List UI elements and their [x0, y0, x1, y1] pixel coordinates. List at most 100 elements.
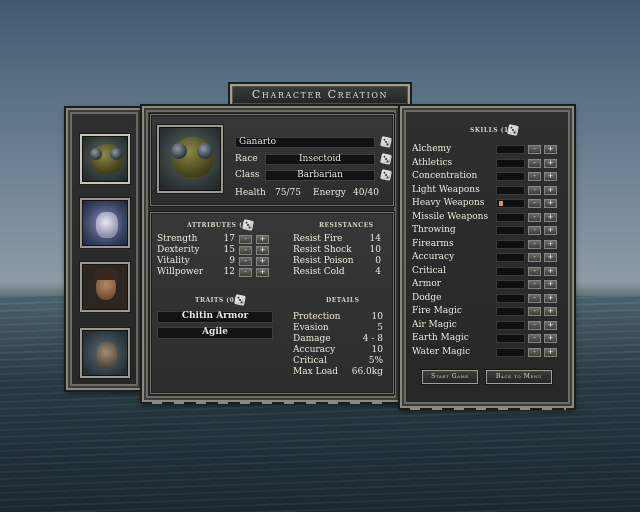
skill-level-bar — [496, 307, 525, 316]
attribute-decrease-button[interactable]: - — [239, 257, 252, 266]
portrait-insectoid[interactable] — [80, 134, 130, 184]
skill-label: Earth Magic — [412, 333, 469, 343]
portrait-panel — [66, 108, 142, 390]
eye-icon — [171, 143, 187, 159]
skill-increase-button[interactable]: + — [544, 334, 557, 343]
name-field[interactable]: Ganarto — [235, 137, 375, 148]
skill-decrease-button[interactable]: - — [528, 185, 541, 195]
start-game-button[interactable]: Start Game — [422, 370, 478, 384]
horned-creature-icon — [96, 212, 118, 238]
detail-label: Evasion — [293, 323, 329, 333]
resistances-header: RESISTANCES — [319, 222, 374, 229]
class-selector[interactable]: Barbarian — [265, 170, 375, 181]
hair-icon — [94, 268, 118, 280]
skill-increase-button[interactable]: + — [544, 226, 557, 235]
skill-decrease-button[interactable]: - — [528, 158, 541, 168]
skill-decrease-button[interactable]: - — [528, 347, 541, 357]
skill-label: Water Magic — [412, 346, 471, 357]
trait-slot[interactable]: Chitin Armor — [157, 311, 273, 323]
random-traits-dice-icon[interactable] — [234, 294, 246, 306]
skill-increase-button[interactable]: + — [544, 185, 557, 195]
skill-level-bar — [496, 253, 525, 262]
detail-label: Accuracy — [293, 345, 336, 355]
skill-decrease-button[interactable]: - — [528, 145, 541, 154]
skill-increase-button[interactable]: + — [544, 145, 557, 154]
eye-icon — [90, 148, 102, 160]
resistance-value: 10 — [369, 245, 381, 255]
random-class-dice-icon[interactable] — [380, 169, 392, 181]
skill-increase-button[interactable]: + — [544, 172, 557, 181]
portrait-human-woman[interactable] — [80, 262, 130, 312]
detail-value: 66.0kg — [351, 367, 383, 377]
trait-slot[interactable]: Agile — [157, 327, 273, 339]
skill-label: Fire Magic — [412, 306, 462, 316]
skill-decrease-button[interactable]: - — [528, 226, 541, 235]
attribute-decrease-button[interactable]: - — [239, 235, 252, 244]
skill-level-bar — [496, 320, 525, 330]
identity-section: Ganarto Race Insectoid Class Barbarian H… — [150, 114, 394, 206]
skill-level-bar — [496, 212, 525, 222]
skill-level-bar — [496, 334, 525, 343]
skill-decrease-button[interactable]: - — [528, 266, 541, 276]
random-skills-dice-icon[interactable] — [507, 124, 519, 136]
skill-decrease-button[interactable]: - — [528, 172, 541, 181]
attribute-value: 15 — [223, 245, 235, 255]
skill-increase-button[interactable]: + — [544, 212, 557, 222]
skill-decrease-button[interactable]: - — [528, 239, 541, 249]
skill-increase-button[interactable]: + — [544, 307, 557, 316]
attribute-increase-button[interactable]: + — [256, 257, 269, 266]
portrait-lizard-warrior[interactable] — [80, 328, 130, 378]
attribute-increase-button[interactable]: + — [256, 246, 269, 255]
resistance-value: 14 — [369, 234, 381, 244]
attribute-increase-button[interactable]: + — [256, 235, 269, 244]
back-to-menu-button[interactable]: Back to Menu — [486, 370, 552, 384]
skill-increase-button[interactable]: + — [544, 199, 557, 208]
stats-section: ATTRIBUTES (0) RESISTANCES Strength 17- + D… — [150, 212, 394, 394]
detail-value: 4 - 8 — [362, 334, 383, 344]
skill-level-bar — [496, 347, 525, 357]
attribute-decrease-button[interactable]: - — [239, 268, 252, 277]
skill-increase-button[interactable]: + — [544, 158, 557, 168]
portrait-horned-creature[interactable] — [80, 198, 130, 248]
skill-increase-button[interactable]: + — [544, 320, 557, 330]
skill-label: Concentration — [412, 171, 478, 181]
skill-decrease-button[interactable]: - — [528, 280, 541, 289]
resistance-value: 0 — [375, 256, 381, 266]
skill-decrease-button[interactable]: - — [528, 320, 541, 330]
skill-decrease-button[interactable]: - — [528, 307, 541, 316]
resistance-value: 4 — [375, 267, 381, 277]
skill-label: Firearms — [412, 238, 454, 249]
attribute-label: Willpower — [157, 267, 204, 277]
resistance-label: Resist Shock — [293, 245, 352, 255]
eye-icon — [110, 148, 122, 160]
skill-point-fill — [499, 201, 503, 206]
skill-decrease-button[interactable]: - — [528, 199, 541, 208]
random-name-dice-icon[interactable] — [380, 136, 392, 148]
detail-value: 5 — [377, 323, 383, 333]
traits-header: TRAITS (0) — [195, 297, 238, 304]
skill-level-bar — [496, 172, 525, 181]
health-value: 75/75 — [275, 188, 301, 198]
skill-decrease-button[interactable]: - — [528, 253, 541, 262]
skill-increase-button[interactable]: + — [544, 266, 557, 276]
resistance-label: Resist Poison — [293, 256, 354, 266]
skill-increase-button[interactable]: + — [544, 280, 557, 289]
skill-label: Alchemy — [412, 144, 452, 154]
skill-label: Critical — [412, 265, 446, 276]
attribute-increase-button[interactable]: + — [256, 268, 269, 277]
detail-value: 5% — [368, 356, 383, 366]
race-selector[interactable]: Insectoid — [265, 154, 375, 165]
random-race-dice-icon[interactable] — [380, 153, 392, 165]
skill-label: Air Magic — [412, 319, 457, 330]
skill-decrease-button[interactable]: - — [528, 334, 541, 343]
skill-increase-button[interactable]: + — [544, 253, 557, 262]
skill-level-bar — [496, 158, 525, 168]
attribute-decrease-button[interactable]: - — [239, 246, 252, 255]
random-attributes-dice-icon[interactable] — [242, 219, 254, 231]
skill-increase-button[interactable]: + — [544, 347, 557, 357]
attribute-label: Dexterity — [157, 245, 200, 255]
skill-increase-button[interactable]: + — [544, 239, 557, 249]
skill-increase-button[interactable]: + — [544, 293, 557, 303]
skill-decrease-button[interactable]: - — [528, 212, 541, 222]
skill-decrease-button[interactable]: - — [528, 293, 541, 303]
